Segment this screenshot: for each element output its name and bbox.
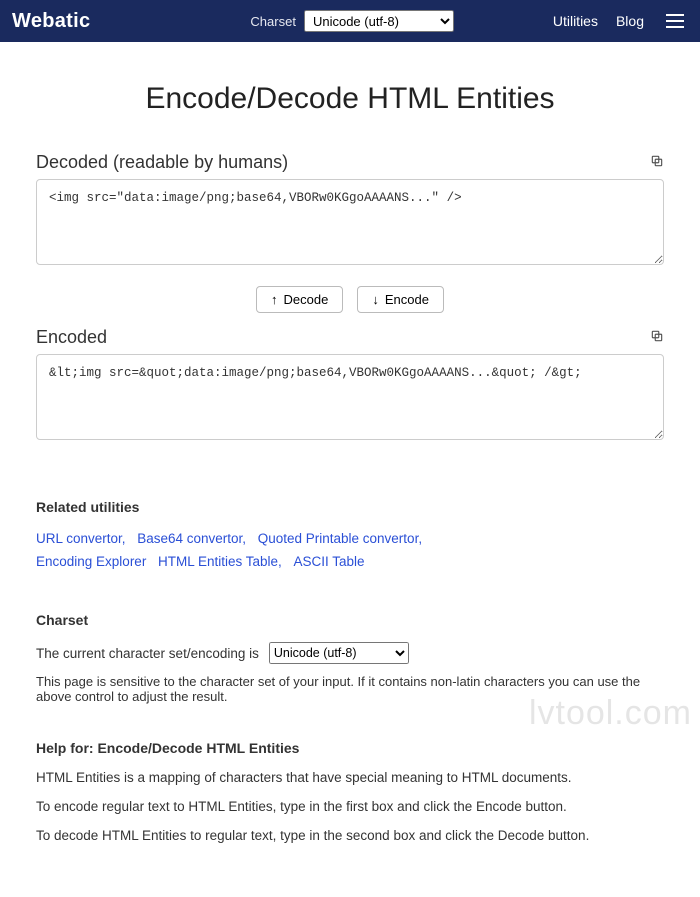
navbar: Webatic Charset Unicode (utf-8) Utilitie… — [0, 0, 700, 42]
copy-decoded-icon[interactable] — [650, 152, 664, 173]
charset-select-body[interactable]: Unicode (utf-8) — [269, 642, 409, 664]
encoded-textarea[interactable] — [36, 354, 664, 440]
related-link-url[interactable]: URL convertor, — [36, 531, 126, 546]
encode-button[interactable]: ↓ Encode — [357, 286, 444, 313]
charset-row: The current character set/encoding is Un… — [36, 642, 664, 664]
charset-heading: Charset — [36, 612, 664, 628]
charset-section: Charset The current character set/encodi… — [36, 612, 664, 704]
decoded-label-row: Decoded (readable by humans) — [36, 152, 664, 173]
related-links: URL convertor, Base64 convertor, Quoted … — [36, 527, 664, 572]
charset-prefix: The current character set/encoding is — [36, 646, 259, 661]
nav-utilities[interactable]: Utilities — [553, 13, 598, 29]
main-container: Encode/Decode HTML Entities Decoded (rea… — [0, 82, 700, 897]
related-link-qp[interactable]: Quoted Printable convertor, — [258, 531, 422, 546]
brand-logo[interactable]: Webatic — [12, 10, 90, 33]
related-link-base64[interactable]: Base64 convertor, — [137, 531, 246, 546]
arrow-down-icon: ↓ — [372, 292, 379, 307]
nav-blog[interactable]: Blog — [616, 13, 644, 29]
decode-button[interactable]: ↑ Decode — [256, 286, 343, 313]
help-p3: To decode HTML Entities to regular text,… — [36, 828, 664, 843]
related-section: Related utilities URL convertor, Base64 … — [36, 499, 664, 572]
encoded-label: Encoded — [36, 327, 107, 348]
decoded-label: Decoded (readable by humans) — [36, 152, 288, 173]
hamburger-menu-icon[interactable] — [662, 10, 688, 32]
nav-right: Utilities Blog — [553, 10, 688, 32]
decoded-textarea[interactable] — [36, 179, 664, 265]
arrow-up-icon: ↑ — [271, 292, 278, 307]
button-row: ↑ Decode ↓ Encode — [36, 286, 664, 313]
charset-nav: Charset Unicode (utf-8) — [250, 10, 454, 32]
charset-label: Charset — [250, 14, 296, 29]
copy-encoded-icon[interactable] — [650, 327, 664, 348]
encoded-label-row: Encoded — [36, 327, 664, 348]
related-link-encoding-explorer[interactable]: Encoding Explorer — [36, 554, 146, 569]
related-link-ascii[interactable]: ASCII Table — [293, 554, 364, 569]
help-p2: To encode regular text to HTML Entities,… — [36, 799, 664, 814]
charset-note: This page is sensitive to the character … — [36, 674, 664, 704]
help-section: Help for: Encode/Decode HTML Entities HT… — [36, 740, 664, 843]
related-link-entities-table[interactable]: HTML Entities Table, — [158, 554, 282, 569]
help-p1: HTML Entities is a mapping of characters… — [36, 770, 664, 785]
charset-select-nav[interactable]: Unicode (utf-8) — [304, 10, 454, 32]
page-title: Encode/Decode HTML Entities — [36, 82, 664, 116]
decode-button-label: Decode — [284, 292, 329, 307]
related-heading: Related utilities — [36, 499, 664, 515]
encode-button-label: Encode — [385, 292, 429, 307]
help-heading: Help for: Encode/Decode HTML Entities — [36, 740, 664, 756]
